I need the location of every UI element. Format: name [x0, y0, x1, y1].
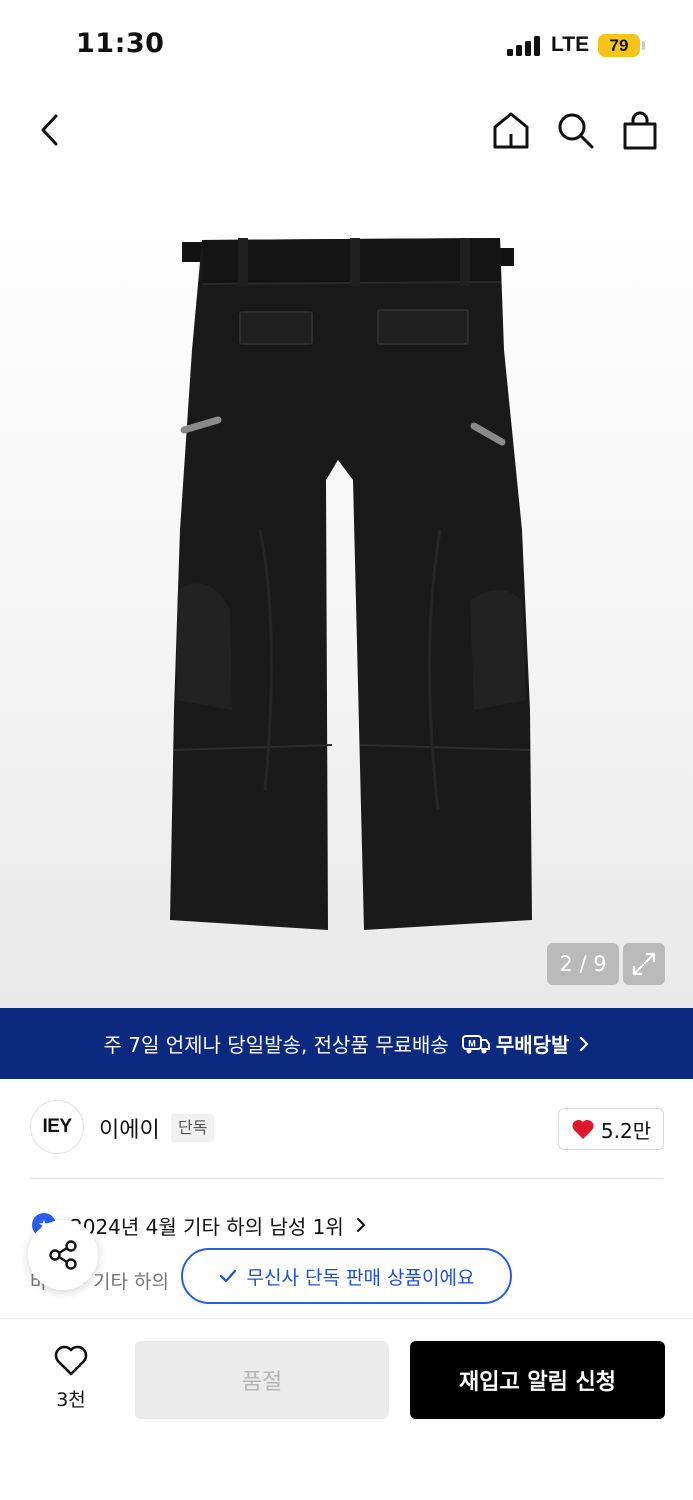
- divider: [30, 1178, 663, 1179]
- soldout-button[interactable]: 품절: [135, 1341, 389, 1419]
- chevron-right-icon: [580, 1036, 589, 1051]
- back-chevron-icon: [41, 114, 58, 146]
- shipping-banner[interactable]: 주 7일 언제나 당일발송, 전상품 무료배송 M 무배당발: [0, 1008, 693, 1079]
- bottom-action-bar: 3천 품절 재입고 알림 신청: [0, 1318, 693, 1500]
- product-photo-cargo-pants: [170, 238, 532, 930]
- status-bar: 11:30 LTE 79: [0, 0, 693, 92]
- shopping-bag-icon: [623, 111, 657, 150]
- signal-icon: [507, 36, 543, 56]
- check-icon: [219, 1269, 236, 1283]
- status-time: 11:30: [76, 28, 165, 59]
- exclusive-tag: 단독: [171, 1114, 215, 1142]
- delivery-truck-icon: M: [461, 1034, 490, 1053]
- search-icon: [558, 113, 594, 149]
- expand-button[interactable]: [623, 943, 665, 985]
- heart-filled-icon: [572, 1119, 594, 1139]
- restock-alert-button[interactable]: 재입고 알림 신청: [410, 1341, 665, 1419]
- chevron-right-icon: [356, 1218, 366, 1232]
- expand-icon: [632, 952, 656, 976]
- back-button[interactable]: [30, 108, 70, 152]
- network-label: LTE: [551, 33, 590, 56]
- wishlist-count: 3천: [56, 1389, 86, 1411]
- brand-like-button[interactable]: 5.2만: [558, 1108, 664, 1150]
- banner-text: 주 7일 언제나 당일발송, 전상품 무료배송: [103, 1033, 449, 1057]
- delivery-badge-label: 무배당발: [495, 1033, 570, 1057]
- share-button[interactable]: [28, 1220, 98, 1290]
- brand-logo[interactable]: IEY: [30, 1100, 84, 1154]
- cart-button[interactable]: [620, 108, 660, 152]
- battery-icon: 79: [598, 34, 640, 57]
- brand-name[interactable]: 이에이: [99, 1112, 160, 1144]
- exclusive-notice-text: 무신사 단독 판매 상품이에요: [246, 1266, 475, 1289]
- product-image-gallery[interactable]: 2 / 9: [0, 170, 693, 1008]
- search-button[interactable]: [555, 108, 595, 152]
- top-nav: [0, 92, 693, 170]
- battery-tip: [642, 41, 645, 50]
- delivery-badge: M 무배당발: [461, 1029, 570, 1058]
- share-icon: [49, 1240, 77, 1270]
- home-button[interactable]: [491, 108, 531, 152]
- brand-like-count: 5.2만: [600, 1118, 652, 1143]
- wishlist-button[interactable]: 3천: [40, 1345, 102, 1412]
- ranking-text: 2024년 4월 기타 하의 남성 1위: [70, 1214, 344, 1239]
- image-counter: 2 / 9: [547, 943, 619, 985]
- svg-text:M: M: [468, 1038, 476, 1048]
- home-icon: [493, 112, 529, 149]
- exclusive-notice: 무신사 단독 판매 상품이에요: [181, 1248, 512, 1304]
- heart-outline-icon: [54, 1345, 88, 1376]
- brand-row: IEY 이에이 단독 5.2만: [0, 1098, 693, 1158]
